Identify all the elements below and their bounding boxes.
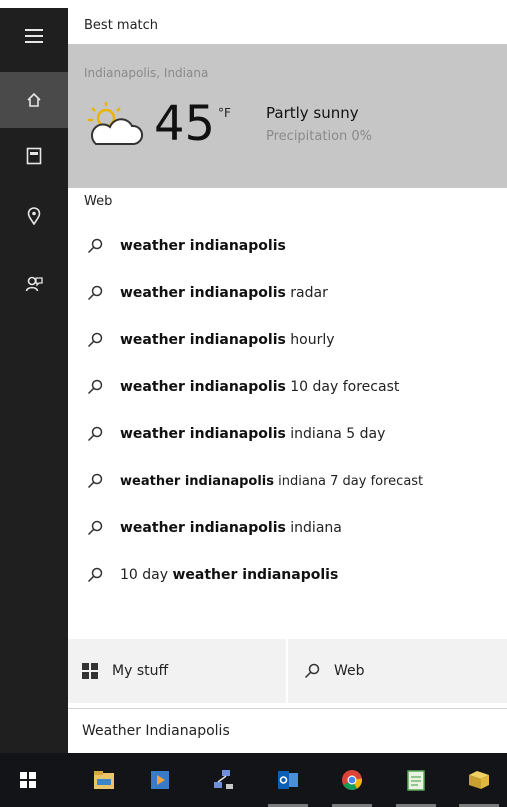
web-suggestion[interactable]: weather indianapolis hourly <box>68 320 507 360</box>
taskbar-outlook[interactable] <box>260 753 316 807</box>
home-button[interactable] <box>0 72 68 128</box>
web-suggestion[interactable]: weather indianapolis radar <box>68 273 507 313</box>
file-explorer-icon <box>94 771 114 789</box>
outlook-icon <box>278 771 298 789</box>
search-box <box>68 708 507 753</box>
left-rail <box>0 8 68 753</box>
search-icon <box>84 235 106 257</box>
suggestion-text: 10 day weather indianapolis <box>120 567 339 583</box>
my-stuff-label: My stuff <box>112 663 169 679</box>
start-button[interactable] <box>0 753 56 807</box>
search-icon <box>304 663 320 679</box>
taskbar-file-explorer[interactable] <box>76 753 132 807</box>
suggestion-text: weather indianapolis radar <box>120 285 328 301</box>
search-icon <box>84 423 106 445</box>
web-suggestion[interactable]: weather indianapolis <box>68 226 507 266</box>
feedback-icon <box>25 276 43 292</box>
web-suggestion[interactable]: weather indianapolis 10 day forecast <box>68 367 507 407</box>
cortana-search-window: Best match Indianapolis, Indiana 45 °F P… <box>0 0 507 807</box>
weather-location: Indianapolis, Indiana <box>84 66 209 80</box>
network-icon <box>214 770 233 789</box>
search-icon <box>84 329 106 351</box>
location-pin-icon <box>27 207 41 225</box>
windows-start-icon <box>20 772 36 788</box>
notebook-button[interactable] <box>0 128 68 184</box>
best-match-heading: Best match <box>84 18 159 33</box>
taskbar-folder-app[interactable] <box>451 753 507 807</box>
weather-condition: Partly sunny <box>266 104 359 122</box>
web-suggestion[interactable]: weather indianapolis indiana 5 day <box>68 414 507 454</box>
web-suggestion[interactable]: weather indianapolis indiana <box>68 508 507 548</box>
weather-card[interactable]: Indianapolis, Indiana 45 °F Partly sunny… <box>68 44 507 188</box>
web-tab-label: Web <box>334 663 365 679</box>
hamburger-icon <box>25 29 43 43</box>
web-section-heading: Web <box>84 194 113 209</box>
web-suggestion[interactable]: 10 day weather indianapolis <box>68 555 507 595</box>
suggestion-text: weather indianapolis 10 day forecast <box>120 379 400 395</box>
partly-sunny-icon <box>88 102 143 145</box>
suggestion-text: weather indianapolis indiana 7 day forec… <box>120 473 424 489</box>
taskbar <box>0 753 507 807</box>
suggestion-text: weather indianapolis indiana <box>120 520 342 536</box>
search-icon <box>84 470 106 492</box>
search-icon <box>84 564 106 586</box>
suggestion-text: weather indianapolis indiana 5 day <box>120 426 386 442</box>
taskbar-chrome[interactable] <box>324 753 380 807</box>
notebook-icon <box>26 147 42 165</box>
suggestion-text: weather indianapolis hourly <box>120 332 335 348</box>
web-suggestion[interactable]: weather indianapolis indiana 7 day forec… <box>68 461 507 501</box>
my-stuff-tab[interactable]: My stuff <box>68 639 288 703</box>
weather-unit: °F <box>218 106 231 120</box>
weather-temperature: 45 <box>154 96 216 152</box>
taskbar-media-player[interactable] <box>132 753 188 807</box>
suggestion-text: weather indianapolis <box>120 238 286 254</box>
search-icon <box>84 517 106 539</box>
chrome-icon <box>342 770 363 790</box>
search-icon <box>84 282 106 304</box>
web-tab[interactable]: Web <box>290 639 507 703</box>
search-input[interactable] <box>82 723 482 739</box>
reminders-button[interactable] <box>0 188 68 244</box>
windows-icon <box>82 663 98 679</box>
menu-button[interactable] <box>0 8 68 64</box>
feedback-button[interactable] <box>0 256 68 312</box>
scope-tabs: My stuff Web <box>68 639 507 703</box>
notepad-icon <box>407 770 425 791</box>
home-icon <box>27 92 41 107</box>
search-icon <box>84 376 106 398</box>
results-panel: Best match Indianapolis, Indiana 45 °F P… <box>68 8 507 753</box>
taskbar-notepad[interactable] <box>388 753 444 807</box>
folder-app-icon <box>469 771 489 789</box>
media-player-icon <box>151 771 169 789</box>
taskbar-network[interactable] <box>196 753 252 807</box>
weather-precipitation: Precipitation 0% <box>266 129 373 144</box>
